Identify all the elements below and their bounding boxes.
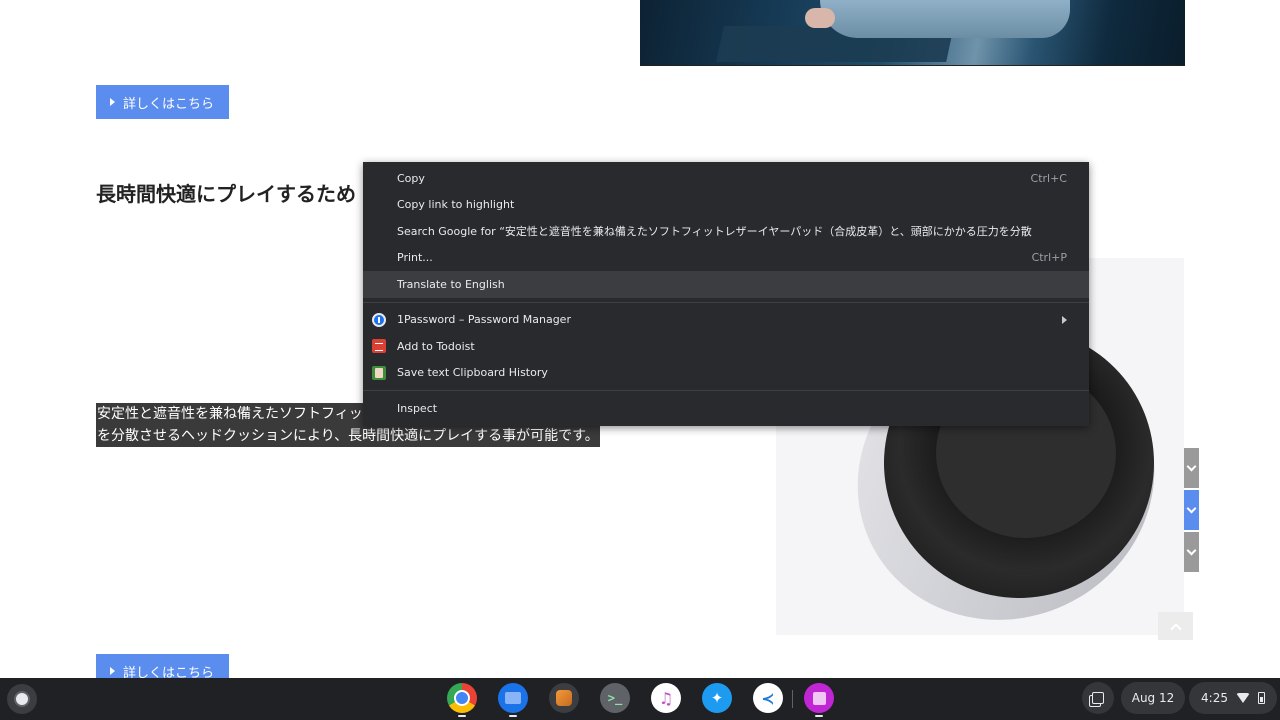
shelf-divider <box>792 690 793 708</box>
section-heading: 長時間快適にプレイするため <box>96 182 356 206</box>
side-nav-button-3[interactable] <box>1184 532 1199 572</box>
launcher-button[interactable] <box>7 684 37 714</box>
date-tray-button[interactable]: Aug 12 <box>1121 682 1185 714</box>
vscode-icon[interactable]: ≺ <box>753 683 783 713</box>
holding-space-button[interactable] <box>1082 682 1114 714</box>
more-details-button-2[interactable]: 詳しくはこちら <box>96 654 229 678</box>
gaming-photo-image <box>640 0 1185 66</box>
1password-icon <box>372 312 386 327</box>
date-label: Aug 12 <box>1131 691 1175 705</box>
selected-line-1: 安定性と遮音性を兼ね備えたソフトフィッ <box>96 403 364 425</box>
shortcut-label: Ctrl+C <box>1030 171 1067 185</box>
triangle-right-icon <box>110 98 115 106</box>
terminal-icon[interactable]: >_ <box>600 683 630 713</box>
holding-space-icon <box>1092 692 1104 704</box>
more-details-button[interactable]: 詳しくはこちら <box>96 85 229 119</box>
more-details-label: 詳しくはこちら <box>123 96 215 112</box>
chevron-down-icon <box>1186 503 1197 514</box>
pink-app-icon[interactable] <box>804 683 834 717</box>
menu-item-translate[interactable]: Translate to English <box>363 271 1089 298</box>
menu-item-print[interactable]: Print... Ctrl+P <box>363 245 1089 272</box>
more-details-label: 詳しくはこちら <box>123 665 215 679</box>
side-nav-button-1[interactable] <box>1184 448 1199 488</box>
menu-item-copy[interactable]: Copy Ctrl+C <box>363 165 1089 192</box>
submenu-arrow-icon <box>1062 315 1067 324</box>
menu-item-add-to-todoist[interactable]: Add to Todoist <box>363 333 1089 360</box>
menu-item-inspect[interactable]: Inspect <box>363 395 1089 422</box>
side-nav-button-2[interactable] <box>1184 490 1199 530</box>
running-indicator <box>458 715 466 717</box>
chrome-icon[interactable] <box>447 683 477 717</box>
selected-line-2: を分散させるヘッドクッションにより、長時間快適にプレイする事が可能です。 <box>96 425 600 447</box>
scroll-to-top-button[interactable] <box>1158 612 1193 640</box>
chevron-up-icon <box>1169 622 1182 635</box>
files-icon[interactable] <box>498 683 528 717</box>
triangle-right-icon <box>110 667 115 675</box>
battery-icon <box>1257 692 1265 704</box>
running-indicator <box>815 715 823 717</box>
context-menu: Copy Ctrl+C Copy link to highlight Searc… <box>363 162 1089 426</box>
menu-item-copy-link-to-highlight[interactable]: Copy link to highlight <box>363 192 1089 219</box>
shelf: >_ ♫ ✦ ≺ Aug 12 4:25 <box>0 678 1280 720</box>
squid-icon[interactable] <box>549 683 579 713</box>
shortcut-label: Ctrl+P <box>1031 251 1067 265</box>
wifi-icon <box>1235 693 1250 703</box>
clipboard-history-icon <box>372 365 386 380</box>
running-indicator <box>509 715 517 717</box>
menu-item-clipboard-history[interactable]: Save text Clipboard History <box>363 360 1089 387</box>
web-page: 詳しくはこちら 長時間快適にプレイするため 安定性と遮音性を兼ね備えたソフトフィ… <box>0 0 1280 678</box>
twitter-icon[interactable]: ✦ <box>702 683 732 713</box>
menu-separator <box>363 390 1089 391</box>
music-icon[interactable]: ♫ <box>651 683 681 713</box>
menu-separator <box>363 301 1089 303</box>
menu-item-1password[interactable]: 1Password – Password Manager <box>363 307 1089 334</box>
menu-item-search-google[interactable]: Search Google for “安定性と遮音性を兼ね備えたソフトフィットレ… <box>363 218 1089 245</box>
todoist-icon <box>372 339 386 353</box>
status-tray-button[interactable]: 4:25 <box>1189 682 1277 714</box>
chevron-down-icon <box>1186 545 1197 556</box>
chevron-down-icon <box>1186 461 1197 472</box>
time-label: 4:25 <box>1201 691 1228 705</box>
